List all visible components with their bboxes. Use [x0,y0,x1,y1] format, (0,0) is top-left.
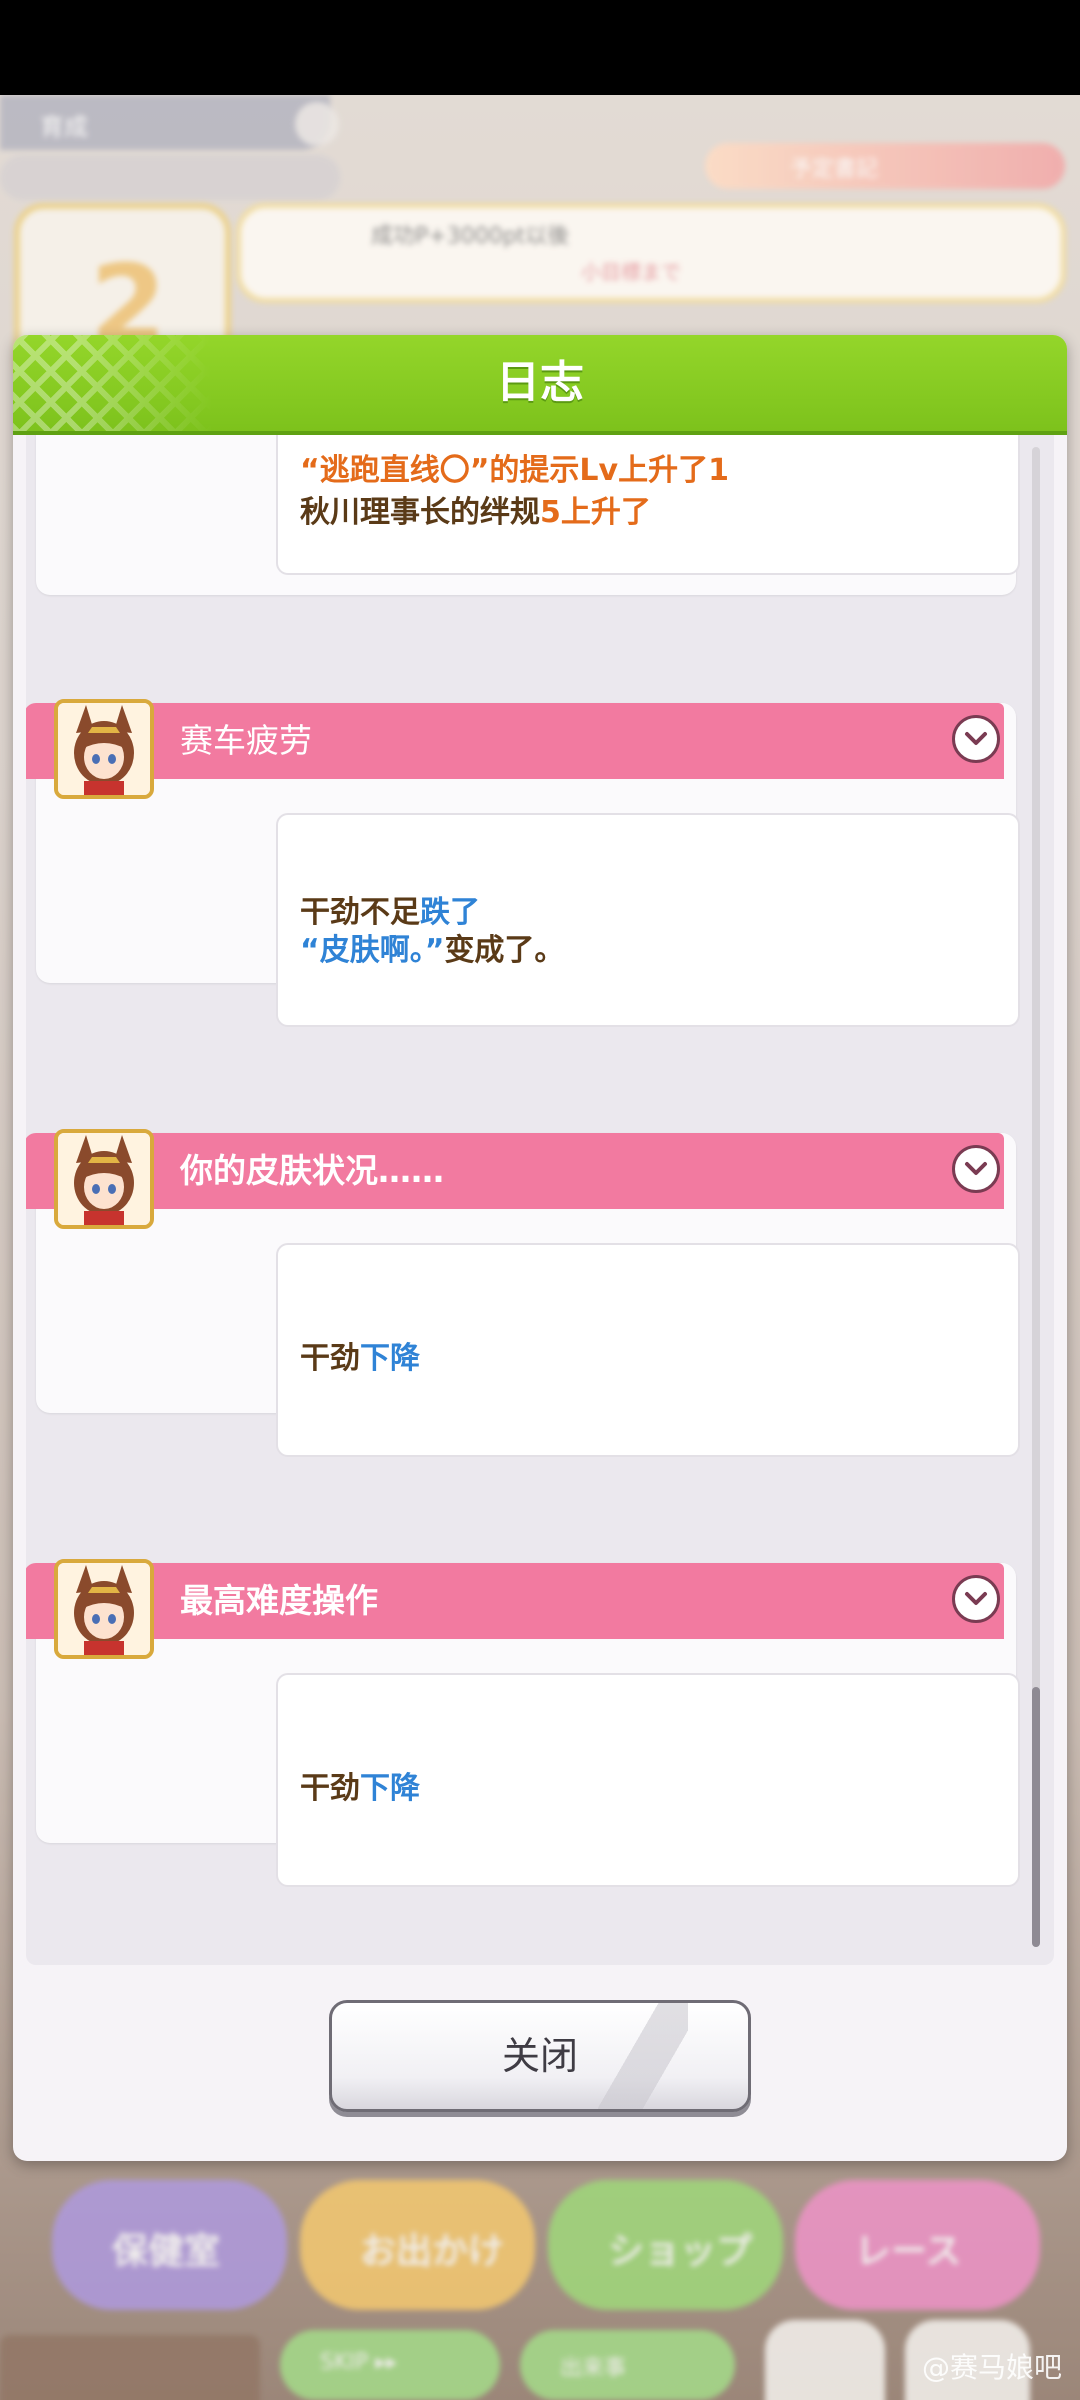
log-scroll-area[interactable]: “逃跑直线〇”的提示Lv上升了1 秋川理事长的绊规5上升了 赛车疲劳 干劲不足跌… [26,435,1054,1965]
log-text: 干劲 [300,1341,360,1376]
chevron-down-icon [965,732,987,745]
log-text: 变成了。 [444,933,565,968]
log-line: “逃跑直线〇”的提示Lv上升了1 [300,445,729,489]
log-text: 下降 [360,1341,420,1376]
log-line: 干劲下降 [300,1763,420,1807]
expand-chevron-button[interactable] [952,1145,1000,1193]
log-entry: 你的皮肤状况…… 干劲下降 [26,1129,1020,1457]
log-entry: “逃跑直线〇”的提示Lv上升了1 秋川理事长的绊规5上升了 [36,435,1020,595]
character-avatar [54,699,154,799]
character-avatar [54,1559,154,1659]
entry-title: 最高难度操作 [180,1581,378,1620]
watermark: @赛马娘吧 [921,2351,1062,2384]
chevron-down-icon [965,1162,987,1175]
close-button-label: 关闭 [501,2034,578,2078]
horse-girl-portrait-icon [58,703,150,795]
log-entry: 最高难度操作 干劲下降 [26,1559,1020,1887]
entry-header[interactable]: 赛车疲劳 [26,703,1004,779]
dialog-title: 日志 [496,357,584,408]
horse-girl-portrait-icon [58,1133,150,1225]
log-message-box: “逃跑直线〇”的提示Lv上升了1 秋川理事长的绊规5上升了 [276,435,1020,575]
log-text: “皮肤啊。” [300,933,445,968]
scrollbar-thumb[interactable] [1032,1687,1040,1947]
horse-girl-portrait-icon [58,1563,150,1655]
log-text: “逃跑直线〇”的提示Lv上升了1 [300,453,729,488]
chevron-down-icon [965,1592,987,1605]
log-text: 下降 [360,1771,420,1806]
entry-title: 你的皮肤状况…… [180,1151,444,1190]
character-avatar [54,1129,154,1229]
expand-chevron-button[interactable] [952,1575,1000,1623]
log-message-box: 干劲下降 [276,1673,1020,1887]
log-text: 5上升了 [540,495,651,530]
log-dialog: 日志 “逃跑直线〇”的提示Lv上升了1 秋川理事长的绊规5上升了 赛车疲劳 干劲… [13,335,1067,2161]
log-entry: 赛车疲劳 干劲不足跌了 “皮肤啊。”变成了。 [26,699,1020,1027]
expand-chevron-button[interactable] [952,715,1000,763]
log-line: 干劲下降 [300,1333,420,1377]
close-button[interactable]: 关闭 [329,2000,751,2112]
log-text: 干劲 [300,1771,360,1806]
entry-header[interactable]: 你的皮肤状况…… [26,1133,1004,1209]
log-message-box: 干劲不足跌了 “皮肤啊。”变成了。 [276,813,1020,1027]
dialog-header: 日志 [13,335,1067,435]
log-message-box: 干劲下降 [276,1243,1020,1457]
log-line: 秋川理事长的绊规5上升了 [300,487,651,531]
log-line: “皮肤啊。”变成了。 [300,925,564,969]
log-text: 秋川理事长的绊规 [300,495,540,530]
status-bar [0,0,1080,95]
entry-title: 赛车疲劳 [180,721,312,760]
entry-header[interactable]: 最高难度操作 [26,1563,1004,1639]
scrollbar[interactable] [1032,447,1040,1947]
